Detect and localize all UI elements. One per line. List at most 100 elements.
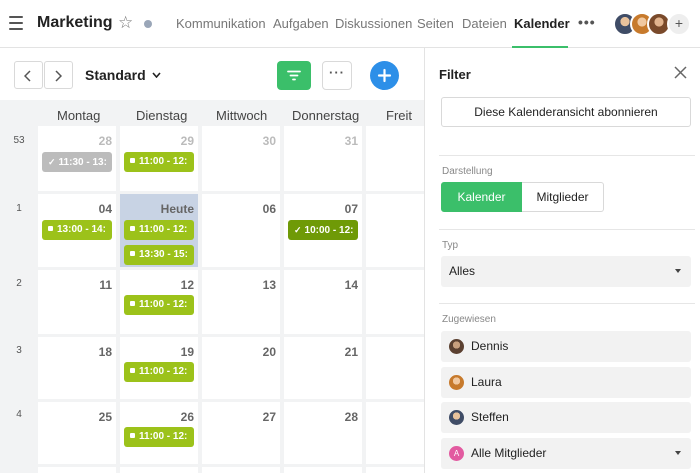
display-members-toggle[interactable]: Mitglieder: [522, 182, 604, 212]
day-cell[interactable]: [366, 270, 424, 334]
day-cell[interactable]: 14: [284, 270, 362, 334]
day-header-tuesday: Dienstag: [136, 108, 188, 123]
day-cell[interactable]: 31: [284, 126, 362, 191]
tab-seiten[interactable]: Seiten: [417, 16, 454, 31]
tab-dateien[interactable]: Dateien: [462, 16, 507, 31]
event-time: 11:00 - 12:: [139, 366, 188, 377]
member-filter-steffen[interactable]: Steffen: [441, 402, 691, 433]
day-cell[interactable]: [366, 126, 424, 191]
member-filter-all[interactable]: A Alle Mitglieder: [441, 438, 691, 469]
day-cell[interactable]: 04 13:00 - 14:: [38, 194, 116, 267]
day-number: 28: [344, 410, 358, 424]
previous-button[interactable]: [14, 61, 43, 89]
event-marker-icon: [48, 226, 53, 231]
member-avatars: +: [613, 12, 700, 36]
member-filter-laura[interactable]: Laura: [441, 367, 691, 398]
day-cell[interactable]: [366, 467, 424, 473]
event-time: 11:00 - 12:: [139, 224, 188, 235]
day-number: 07: [344, 202, 358, 216]
event-chip[interactable]: ✓ 11:30 - 13:: [42, 152, 112, 172]
tab-kalender[interactable]: Kalender: [514, 16, 570, 31]
day-cell[interactable]: [202, 467, 280, 473]
event-chip[interactable]: 11:00 - 12:: [124, 427, 194, 447]
display-calendar-toggle[interactable]: Kalender: [441, 182, 522, 212]
more-options-button[interactable]: ···: [322, 61, 352, 90]
more-tabs-button[interactable]: •••: [578, 14, 596, 30]
week-number: 1: [16, 203, 22, 214]
subscribe-button[interactable]: Diese Kalenderansicht abonnieren: [441, 97, 691, 127]
dropdown-caret-icon: [675, 451, 681, 455]
add-member-button[interactable]: +: [667, 12, 691, 36]
event-chip[interactable]: 13:00 - 14:: [42, 220, 112, 240]
event-chip[interactable]: 11:00 - 12:: [124, 152, 194, 172]
event-time: 11:00 - 12:: [139, 156, 188, 167]
member-name: Dennis: [471, 339, 509, 353]
day-cell[interactable]: 18: [38, 337, 116, 399]
day-cell[interactable]: [284, 467, 362, 473]
event-time: 11:30 - 13:: [58, 157, 107, 168]
day-cell[interactable]: 19 11:00 - 12:: [120, 337, 198, 399]
all-members-badge: A: [449, 446, 464, 461]
type-select[interactable]: Alles: [441, 256, 691, 287]
page-title: Marketing: [37, 14, 113, 31]
event-chip[interactable]: ✓ 10:00 - 12:: [288, 220, 358, 240]
day-number: 21: [344, 345, 358, 359]
tab-aufgaben[interactable]: Aufgaben: [273, 16, 329, 31]
day-cell[interactable]: 21: [284, 337, 362, 399]
day-number: 29: [180, 134, 194, 148]
view-selector[interactable]: Standard: [85, 67, 161, 83]
event-marker-icon: [130, 158, 135, 163]
chevron-right-icon: [55, 70, 62, 82]
day-cell[interactable]: 25: [38, 402, 116, 464]
star-icon[interactable]: ☆: [118, 13, 133, 33]
day-cell-today[interactable]: Heute 11:00 - 12: 13:30 - 15:: [120, 194, 198, 267]
menu-icon[interactable]: [9, 16, 23, 30]
day-cell[interactable]: [366, 402, 424, 464]
day-cell[interactable]: [366, 194, 424, 267]
tab-diskussionen[interactable]: Diskussionen: [335, 16, 412, 31]
divider: [439, 155, 695, 156]
close-panel-button[interactable]: [674, 66, 687, 82]
add-event-button[interactable]: [370, 61, 399, 90]
week-number: 4: [16, 409, 22, 420]
assigned-label: Zugewiesen: [442, 314, 496, 325]
day-number: 25: [98, 410, 112, 424]
event-chip[interactable]: 11:00 - 12:: [124, 362, 194, 382]
type-select-value: Alles: [449, 264, 476, 278]
day-cell[interactable]: 07 ✓ 10:00 - 12:: [284, 194, 362, 267]
next-button[interactable]: [44, 61, 73, 89]
member-name: Alle Mitglieder: [471, 446, 547, 460]
day-cell[interactable]: 28 ✓ 11:30 - 13:: [38, 126, 116, 191]
event-chip[interactable]: 13:30 - 15:: [124, 245, 194, 265]
today-label: Heute: [160, 202, 194, 216]
event-chip[interactable]: 11:00 - 12:: [124, 220, 194, 240]
type-label: Typ: [442, 240, 459, 251]
day-cell[interactable]: 20: [202, 337, 280, 399]
day-cell[interactable]: 11: [38, 270, 116, 334]
day-cell[interactable]: [120, 467, 198, 473]
tab-kommunikation[interactable]: Kommunikation: [176, 16, 266, 31]
day-cell[interactable]: [366, 337, 424, 399]
event-time: 11:00 - 12:: [139, 431, 188, 442]
day-cell[interactable]: 26 11:00 - 12:: [120, 402, 198, 464]
event-time: 11:00 - 12:: [139, 299, 188, 310]
divider: [439, 303, 695, 304]
day-cell[interactable]: 30: [202, 126, 280, 191]
day-number: 26: [180, 410, 194, 424]
day-number: 19: [180, 345, 194, 359]
day-number: 12: [180, 278, 194, 292]
calendar-grid: Montag Dienstag Mittwoch Donnerstag Frei…: [0, 100, 424, 473]
day-cell[interactable]: 12 11:00 - 12:: [120, 270, 198, 334]
day-cell[interactable]: [38, 467, 116, 473]
day-cell[interactable]: 27: [202, 402, 280, 464]
filter-button[interactable]: [277, 61, 311, 90]
day-number: 28: [98, 134, 112, 148]
event-chip[interactable]: 11:00 - 12:: [124, 295, 194, 315]
member-filter-dennis[interactable]: Dennis: [441, 331, 691, 362]
day-cell[interactable]: 28: [284, 402, 362, 464]
day-cell[interactable]: 29 11:00 - 12:: [120, 126, 198, 191]
day-header-monday: Montag: [57, 108, 101, 123]
day-cell[interactable]: 13: [202, 270, 280, 334]
plus-icon: [377, 68, 392, 83]
day-cell[interactable]: 06: [202, 194, 280, 267]
